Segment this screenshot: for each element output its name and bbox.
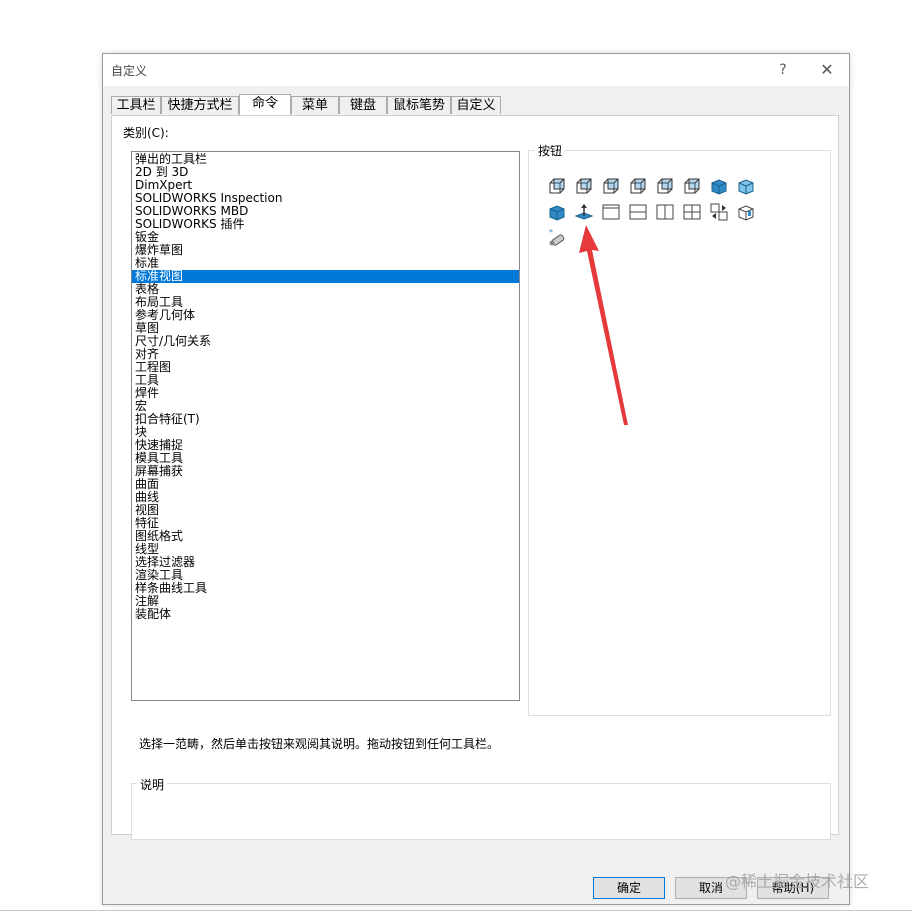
category-label: 类别(C): [123,126,169,140]
category-item[interactable]: 曲线 [132,491,519,504]
category-item[interactable]: 曲面 [132,478,519,491]
tab-commands[interactable]: 命令 [239,94,291,115]
svg-text:*: * [549,228,553,237]
top-view-icon[interactable] [654,175,676,197]
trimetric-view-icon[interactable] [735,175,757,197]
category-listbox[interactable]: 弹出的工具栏 2D 到 3D DimXpert SOLIDWORKS Inspecti… [131,151,520,701]
category-item[interactable]: 表格 [132,283,519,296]
dialog-title: 自定义 [111,64,148,78]
category-item[interactable]: 钣金 [132,231,519,244]
buttons-group-label: 按钮 [535,142,566,159]
category-item[interactable]: 特征 [132,517,519,530]
tab-shortcut-bars[interactable]: 快捷方式栏 [161,96,239,114]
customize-dialog: 自定义 ? ✕ 工具栏 快捷方式栏 命令 菜单 键盘 鼠标笔势 自定义 类别(C… [102,53,850,905]
category-item[interactable]: 块 [132,426,519,439]
description-box [131,783,831,840]
category-item[interactable]: 对齐 [132,348,519,361]
category-item[interactable]: 屏幕捕获 [132,465,519,478]
right-view-icon[interactable] [627,175,649,197]
ok-button[interactable]: 确定 [593,877,665,899]
category-item[interactable]: 标准 [132,257,519,270]
category-item[interactable]: 模具工具 [132,452,519,465]
new-view-icon[interactable]: * [546,227,568,249]
category-item[interactable]: 工具 [132,374,519,387]
category-item[interactable]: 扣合特征(T) [132,413,519,426]
category-item[interactable]: 注解 [132,595,519,608]
bottom-divider [0,910,912,911]
red-arrow-annotation [579,225,628,425]
title-bar: 自定义 ? ✕ [103,54,849,86]
category-item[interactable]: 视图 [132,504,519,517]
tab-mouse-gestures[interactable]: 鼠标笔势 [387,96,451,114]
back-view-icon[interactable] [573,175,595,197]
category-item[interactable]: 弹出的工具栏 [132,153,519,166]
3d-view-icon[interactable] [735,201,757,223]
category-item[interactable]: 焊件 [132,387,519,400]
category-item[interactable]: 尺寸/几何关系 [132,335,519,348]
category-item[interactable]: 快速捕捉 [132,439,519,452]
bottom-view-icon[interactable] [681,175,703,197]
category-item[interactable]: 参考几何体 [132,309,519,322]
tab-strip: 工具栏 快捷方式栏 命令 菜单 键盘 鼠标笔势 自定义 [111,94,831,116]
four-view-icon[interactable] [681,201,703,223]
category-item[interactable]: SOLIDWORKS 插件 [132,218,519,231]
front-view-icon[interactable] [546,175,568,197]
watermark: @稀土掘金技术社区 [725,872,870,891]
description-label: 说明 [137,776,168,793]
category-item[interactable]: 装配体 [132,608,519,621]
left-view-icon[interactable] [600,175,622,197]
category-item[interactable]: 选择过滤器 [132,556,519,569]
category-item[interactable]: 样条曲线工具 [132,582,519,595]
tab-keyboard[interactable]: 键盘 [339,96,387,114]
category-item[interactable]: 爆炸草图 [132,244,519,257]
link-views-icon[interactable] [708,201,730,223]
two-view-vertical-icon[interactable] [654,201,676,223]
help-button[interactable]: ? [767,58,799,82]
category-item[interactable]: 图纸格式 [132,530,519,543]
category-item[interactable]: 工程图 [132,361,519,374]
tab-menus[interactable]: 菜单 [291,96,339,114]
tab-customization[interactable]: 自定义 [451,96,501,114]
hint-text: 选择一范畴，然后单击按钮来观阅其说明。拖动按钮到任何工具栏。 [139,737,500,751]
dimetric-view-icon[interactable] [546,201,568,223]
tab-toolbars[interactable]: 工具栏 [111,96,161,114]
category-item[interactable]: 标准视图 [132,270,519,283]
close-button[interactable]: ✕ [811,58,843,82]
isometric-view-icon[interactable] [708,175,730,197]
